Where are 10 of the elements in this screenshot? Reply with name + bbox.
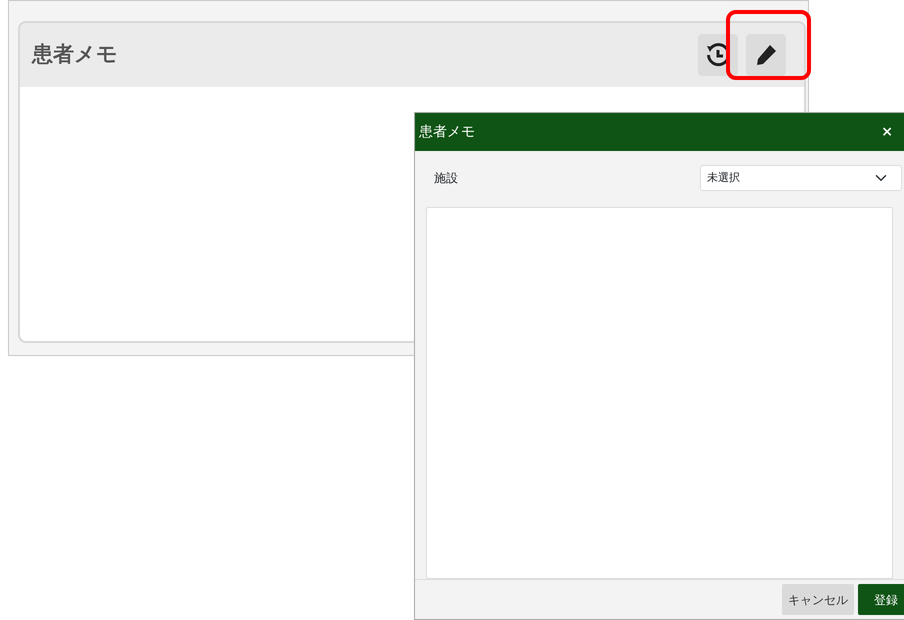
history-button[interactable] [698, 34, 738, 76]
pencil-icon [754, 43, 778, 67]
edit-button[interactable] [746, 34, 786, 76]
dialog-title: 患者メモ [419, 122, 475, 142]
facility-select[interactable]: 未選択 [700, 165, 902, 191]
panel-title: 患者メモ [32, 41, 118, 68]
facility-label: 施設 [434, 170, 458, 187]
close-button[interactable]: × [881, 122, 904, 142]
register-button[interactable]: 登録 [858, 584, 904, 615]
cancel-button[interactable]: キャンセル [782, 584, 854, 615]
